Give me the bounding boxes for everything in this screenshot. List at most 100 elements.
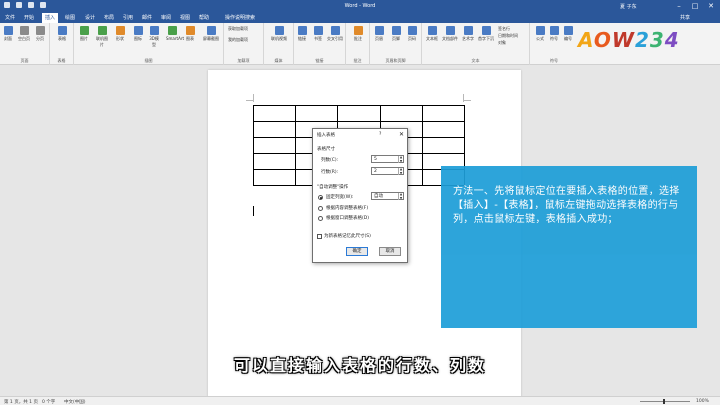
screenshot-button[interactable]: 屏幕截图: [202, 26, 220, 42]
signature-line-button[interactable]: 签名行: [498, 26, 526, 32]
page-number-button[interactable]: 页码: [406, 26, 418, 42]
text-box-button[interactable]: 文本框: [426, 26, 438, 42]
bookmark-button[interactable]: 书签: [312, 26, 324, 42]
link-button[interactable]: 链接: [296, 26, 308, 42]
video-subtitle: 可以直接输入表格的行数、列数: [233, 356, 486, 375]
page-count[interactable]: 第 1 页，共 1 页: [4, 399, 38, 405]
share-button[interactable]: 共享: [680, 14, 690, 21]
chart-button[interactable]: 图表: [184, 26, 196, 42]
online-pictures-button[interactable]: 联机图片: [96, 26, 108, 48]
online-video-button[interactable]: 联机视频: [268, 26, 290, 42]
group-label-tables: 表格: [57, 58, 66, 63]
group-label-addins: 加载项: [237, 58, 250, 63]
group-pages: 封面 空白页 分页 页面: [0, 23, 50, 65]
autofit-window-label: 根据窗口调整表格(D): [326, 216, 369, 221]
spinner-arrows-icon[interactable]: ▲ ▼: [398, 192, 403, 200]
page-break-button[interactable]: 分页: [34, 26, 46, 42]
blank-page-button[interactable]: 空白页: [18, 26, 30, 42]
group-text: 文本框 文档部件 艺术字 首字下沉 签名行 日期和时间 对象 文本: [422, 23, 530, 65]
tutorial-note: 方法一、先将鼠标定位在要插入表格的位置，选择【插入】-【表格】，鼠标左键拖动选择…: [441, 166, 697, 328]
fixed-column-width-label: 固定列宽(W):: [326, 195, 354, 200]
tab-review[interactable]: 审阅: [161, 14, 171, 21]
zoom-slider[interactable]: [640, 401, 690, 402]
date-time-button[interactable]: 日期和时间: [498, 33, 528, 39]
tab-layout[interactable]: 布局: [104, 14, 114, 21]
smartart-button[interactable]: SmartArt: [166, 26, 184, 41]
section-autofit: "自动调整"操作: [317, 185, 349, 190]
insert-table-dialog: 插入表格 ? ✕ 表格尺寸 列数(C): 5 ▲ ▼ 行数(R): 2 ▲ ▼ "自动调…: [312, 128, 408, 263]
group-label-media: 媒体: [274, 58, 283, 63]
group-label-symbols: 符号: [550, 58, 558, 63]
numbering-button[interactable]: 编号: [562, 26, 574, 42]
tab-help[interactable]: 帮助: [199, 14, 209, 21]
tab-draw[interactable]: 绘图: [65, 14, 75, 21]
tab-insert[interactable]: 插入: [42, 13, 59, 23]
cross-reference-button[interactable]: 交叉引用: [326, 26, 344, 42]
word-count[interactable]: 0 个字: [42, 399, 55, 405]
header-button[interactable]: 页眉: [373, 26, 385, 42]
group-links: 链接 书签 交叉引用 链接: [294, 23, 346, 65]
columns-input[interactable]: 5 ▲ ▼: [371, 155, 404, 163]
group-symbols: 公式 符号 编号 符号: [530, 23, 578, 65]
tab-file[interactable]: 文件: [5, 14, 15, 21]
group-label-pages: 页面: [20, 58, 29, 63]
comment-button[interactable]: 批注: [352, 26, 364, 42]
site-logo: AOW234: [578, 28, 680, 52]
drop-cap-button[interactable]: 首字下沉: [478, 26, 494, 42]
fixed-column-width-input[interactable]: 自动 ▲ ▼: [371, 192, 404, 200]
group-header-footer: 页眉 页脚 页码 页眉和页脚: [370, 23, 422, 65]
group-addins: 获取加载项 我的加载项 加载项: [224, 23, 264, 65]
language[interactable]: 中文(中国): [64, 399, 86, 405]
columns-label: 列数(C):: [321, 158, 339, 163]
cover-page-button[interactable]: 封面: [2, 26, 14, 42]
group-tables: 表格 表格: [50, 23, 74, 65]
remember-dimensions-checkbox[interactable]: [317, 234, 322, 239]
tell-me-search[interactable]: 操作说明搜索: [225, 14, 255, 21]
symbol-button[interactable]: 符号: [548, 26, 560, 42]
shapes-button[interactable]: 形状: [114, 26, 126, 42]
pictures-button[interactable]: 图片: [78, 26, 90, 42]
quick-parts-button[interactable]: 文档部件: [442, 26, 458, 42]
minimize-icon[interactable]: –: [672, 1, 686, 11]
spinner-arrows-icon[interactable]: ▲ ▼: [398, 167, 403, 175]
table-button[interactable]: 表格: [56, 26, 68, 42]
tab-design[interactable]: 设计: [85, 14, 95, 21]
group-label-illustrations: 插图: [144, 58, 153, 63]
cancel-button[interactable]: 取消: [379, 247, 401, 256]
fixed-column-width-radio[interactable]: [318, 195, 323, 200]
zoom-level[interactable]: 100%: [696, 399, 709, 404]
group-label-links: 链接: [315, 58, 324, 63]
crop-mark: [253, 94, 254, 102]
help-icon[interactable]: ?: [379, 132, 381, 137]
title-bar: Word - Word 夏 子东 – □ ✕: [0, 0, 720, 12]
ok-button[interactable]: 确定: [346, 247, 368, 256]
section-table-size: 表格尺寸: [317, 147, 335, 152]
3d-models-button[interactable]: 3D模型: [148, 26, 160, 48]
group-label-header-footer: 页眉和页脚: [385, 58, 406, 63]
wordart-button[interactable]: 艺术字: [460, 26, 476, 42]
object-button[interactable]: 对象: [498, 40, 526, 46]
rows-input[interactable]: 2 ▲ ▼: [371, 167, 404, 175]
tab-references[interactable]: 引用: [123, 14, 133, 21]
rows-label: 行数(R):: [321, 170, 339, 175]
get-addins-button[interactable]: 获取加载项: [228, 26, 262, 32]
remember-dimensions-label: 为新表格记忆此尺寸(S): [324, 234, 371, 239]
user-name[interactable]: 夏 子东: [620, 3, 637, 10]
autofit-contents-radio[interactable]: [318, 206, 323, 211]
footer-button[interactable]: 页脚: [390, 26, 402, 42]
group-illustrations: 图片 联机图片 形状 图标 3D模型 SmartArt 图表 屏幕截图 插图: [74, 23, 224, 65]
close-icon[interactable]: ✕: [399, 131, 404, 138]
tab-home[interactable]: 开始: [24, 14, 34, 21]
my-addins-button[interactable]: 我的加载项: [228, 37, 262, 43]
maximize-icon[interactable]: □: [688, 1, 702, 11]
autofit-window-radio[interactable]: [318, 216, 323, 221]
group-comments: 批注 批注: [346, 23, 370, 65]
tab-view[interactable]: 视图: [180, 14, 190, 21]
icons-button[interactable]: 图标: [132, 26, 144, 42]
equation-button[interactable]: 公式: [534, 26, 546, 42]
close-window-icon[interactable]: ✕: [704, 1, 718, 11]
window-title: Word - Word: [344, 3, 376, 9]
spinner-arrows-icon[interactable]: ▲ ▼: [398, 155, 403, 163]
tab-mailings[interactable]: 邮件: [142, 14, 152, 21]
zoom-slider-handle[interactable]: [663, 399, 665, 404]
